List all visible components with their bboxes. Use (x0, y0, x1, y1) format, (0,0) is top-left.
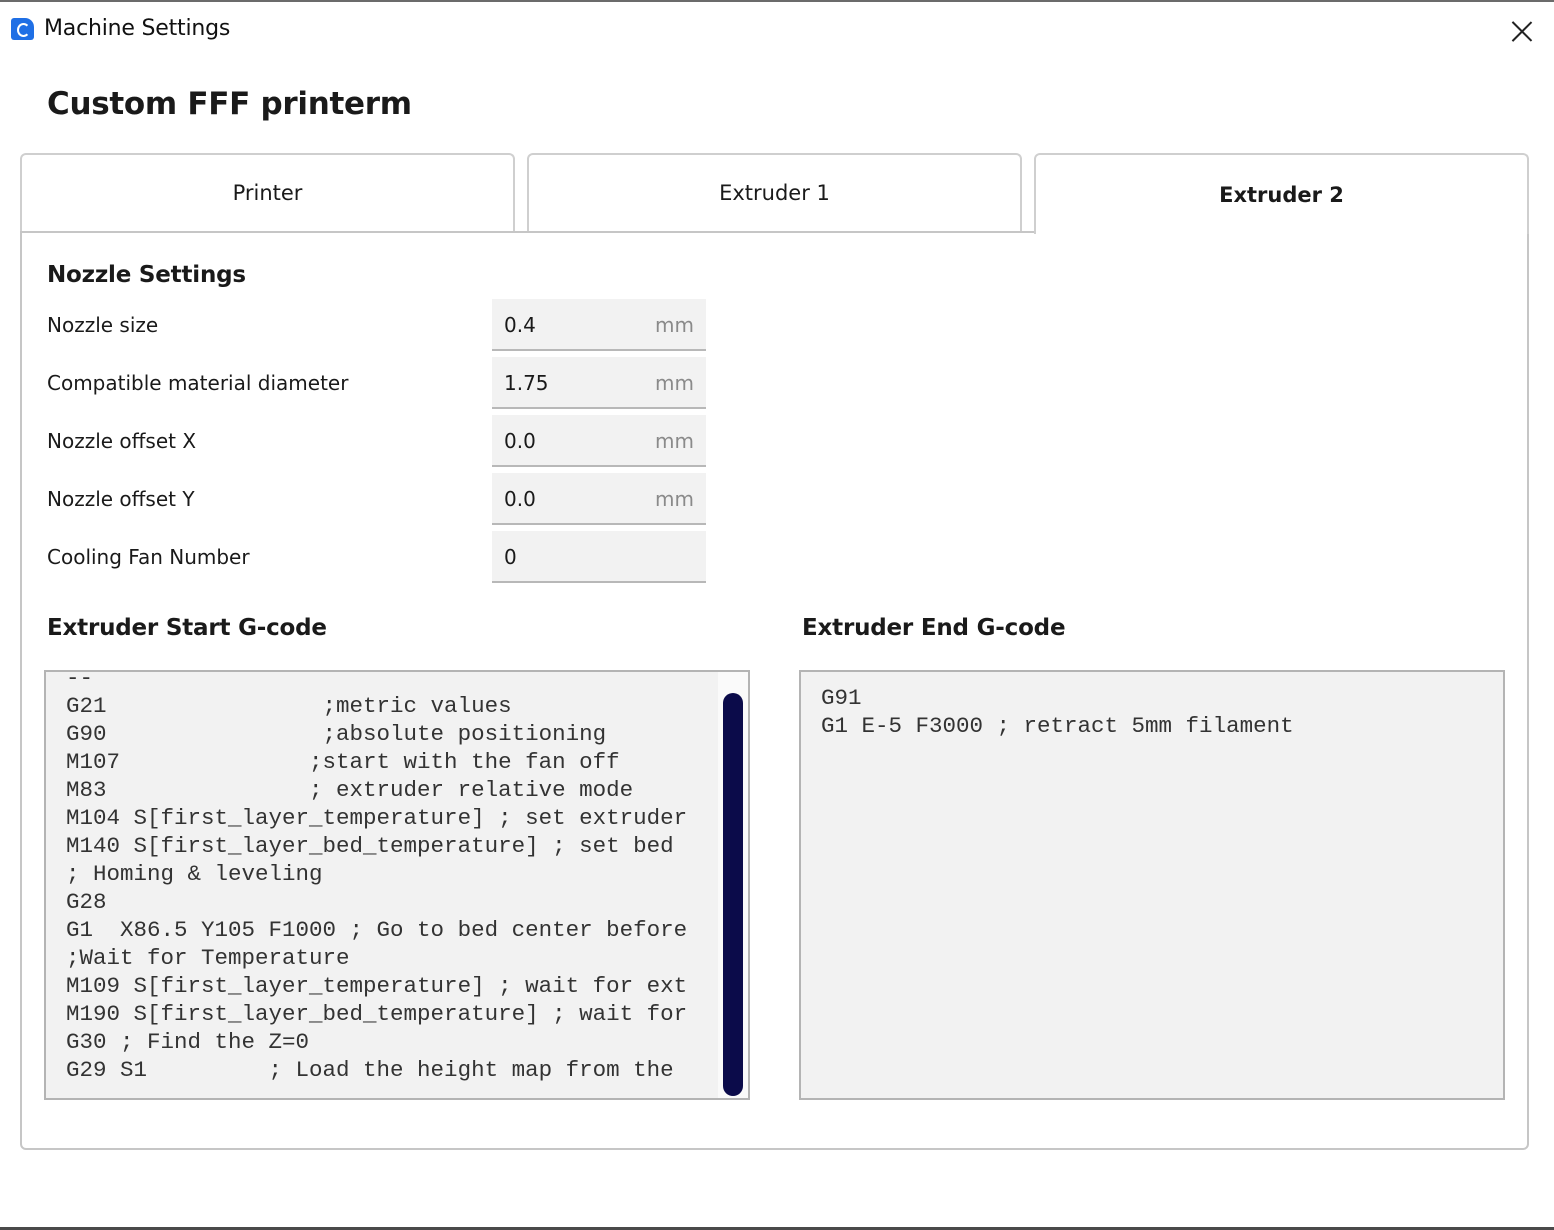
code-line: G21 ;metric values (66, 693, 512, 719)
start-gcode-text: -- G21 ;metric values G90 ;absolute positi… (66, 670, 688, 1084)
nozzle-offset-y-label: Nozzle offset Y (47, 487, 195, 511)
tab-extruder-1[interactable]: Extruder 1 (527, 153, 1022, 231)
code-line: G30 ; Find the Z=0 (66, 1029, 310, 1055)
code-line: G90 ;absolute positioning (66, 721, 607, 747)
field-unit: mm (655, 371, 694, 395)
material-diameter-label: Compatible material diameter (47, 371, 349, 395)
field-value: 0.0 (504, 429, 536, 453)
field-unit: mm (655, 487, 694, 511)
machine-name-heading: Custom FFF printerm (47, 86, 412, 122)
window-title: Machine Settings (44, 16, 231, 41)
field-value: 0.4 (504, 313, 536, 337)
code-line: G1 E-5 F3000 ; retract 5mm filament (821, 713, 1294, 739)
field-unit: mm (655, 313, 694, 337)
nozzle-offset-x-input[interactable]: 0.0 mm (492, 415, 706, 467)
code-line: M109 S[first_layer_temperature] ; wait f… (66, 973, 688, 999)
tab-printer[interactable]: Printer (20, 153, 515, 231)
start-gcode-heading: Extruder Start G-code (47, 615, 327, 641)
code-line: G1 X86.5 Y105 F1000 ; Go to bed center b… (66, 917, 688, 943)
field-value: 1.75 (504, 371, 549, 395)
code-line: ;Wait for Temperature (66, 945, 350, 971)
code-line: M140 S[first_layer_bed_temperature] ; se… (66, 833, 674, 859)
start-gcode-editor[interactable]: -- G21 ;metric values G90 ;absolute positi… (44, 670, 750, 1100)
code-line: M107 ;start with the fan off (66, 749, 620, 775)
material-diameter-input[interactable]: 1.75 mm (492, 357, 706, 409)
code-line: G28 (66, 889, 107, 915)
nozzle-settings-heading: Nozzle Settings (47, 262, 246, 288)
cura-logo-icon (11, 18, 34, 40)
code-line: M190 S[first_layer_bed_temperature] ; wa… (66, 1001, 688, 1027)
title-bar: Machine Settings (0, 2, 1554, 58)
start-gcode-scrollbar[interactable] (718, 672, 748, 1098)
field-unit: mm (655, 429, 694, 453)
code-line: -- (66, 670, 94, 691)
field-value: 0 (504, 545, 517, 569)
code-line: ; Homing & leveling (66, 861, 323, 887)
nozzle-offset-y-input[interactable]: 0.0 mm (492, 473, 706, 525)
end-gcode-text: G91 G1 E-5 F3000 ; retract 5mm filament (821, 684, 1294, 740)
tab-label: Extruder 1 (719, 181, 830, 205)
nozzle-size-label: Nozzle size (47, 313, 159, 337)
close-button[interactable] (1504, 12, 1540, 48)
tab-label: Extruder 2 (1219, 182, 1344, 207)
field-value: 0.0 (504, 487, 536, 511)
code-line: G91 (821, 685, 862, 711)
tab-extruder-2[interactable]: Extruder 2 (1034, 153, 1529, 234)
cooling-fan-number-label: Cooling Fan Number (47, 545, 250, 569)
cooling-fan-number-input[interactable]: 0 (492, 531, 706, 583)
tab-label: Printer (232, 181, 303, 205)
code-line: M83 ; extruder relative mode (66, 777, 634, 803)
nozzle-size-input[interactable]: 0.4 mm (492, 299, 706, 351)
code-line: G29 S1 ; Load the height map from the (66, 1057, 674, 1083)
end-gcode-heading: Extruder End G-code (802, 615, 1066, 641)
end-gcode-editor[interactable]: G91 G1 E-5 F3000 ; retract 5mm filament (799, 670, 1505, 1100)
nozzle-offset-x-label: Nozzle offset X (47, 429, 197, 453)
scrollbar-thumb[interactable] (723, 693, 743, 1096)
code-line: M104 S[first_layer_temperature] ; set ex… (66, 805, 688, 831)
